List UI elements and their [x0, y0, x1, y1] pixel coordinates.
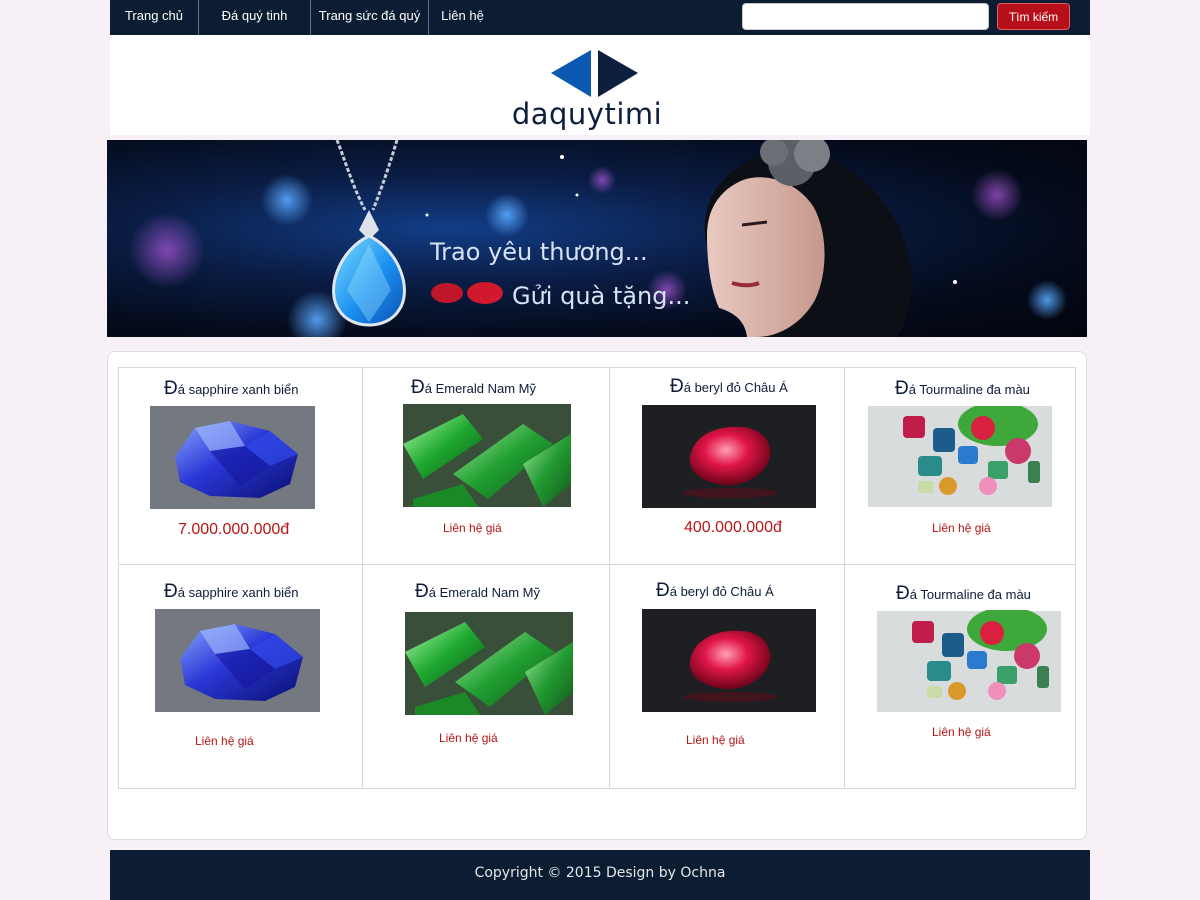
product-title-initial: Đ [411, 377, 425, 398]
search-input[interactable] [742, 3, 989, 30]
tourmaline-mix-icon[interactable] [877, 610, 1061, 713]
contact-for-price-link[interactable]: Liên hệ giá [443, 521, 502, 535]
blue-sapphire-icon[interactable] [155, 609, 320, 712]
product-title[interactable]: Đá Tourmaline đa màu [895, 378, 1030, 400]
nav-item-home[interactable]: Trang chủ [110, 0, 198, 35]
product-title-rest: á sapphire xanh biển [177, 585, 299, 600]
product-title-initial: Đ [896, 583, 910, 604]
top-navigation: Trang chủ Đá quý tinh Trang sức đá quý L… [110, 0, 1090, 35]
logo-wordmark[interactable]: daquytimi [110, 97, 1090, 131]
product-title-rest: á sapphire xanh biển [177, 382, 299, 397]
product-title-rest: á beryl đỏ Châu Á [669, 584, 774, 599]
product-title[interactable]: Đá sapphire xanh biển [164, 378, 298, 400]
contact-for-price-link[interactable]: Liên hệ giá [195, 734, 254, 748]
grid-divider [362, 367, 363, 789]
product-title-rest: á Tourmaline đa màu [908, 382, 1030, 397]
grid-divider [118, 564, 1076, 565]
product-price: 7.000.000.000đ [178, 521, 290, 538]
contact-for-price-link[interactable]: Liên hệ giá [439, 731, 498, 745]
contact-for-price-link[interactable]: Liên hệ giá [932, 725, 991, 739]
logo-text: daquytimi [511, 97, 663, 131]
product-title-initial: Đ [164, 378, 178, 399]
product-title-initial: Đ [164, 581, 178, 602]
logo-mark-icon[interactable] [551, 50, 639, 98]
tourmaline-mix-icon[interactable] [868, 406, 1052, 507]
product-title-rest: á beryl đỏ Châu Á [683, 380, 788, 395]
product-title[interactable]: Đá Emerald Nam Mỹ [411, 377, 536, 399]
green-emerald-icon[interactable] [403, 404, 571, 507]
product-title-rest: á Tourmaline đa màu [909, 587, 1031, 602]
footer: Copyright © 2015 Design by Ochna [110, 850, 1090, 900]
product-title-initial: Đ [670, 376, 684, 397]
promo-banner: Trao yêu thương... Gửi quà tặng... [107, 140, 1087, 337]
banner-subheadline: Gửi quà tặng... [512, 282, 691, 310]
green-emerald-icon[interactable] [405, 612, 573, 715]
product-title-initial: Đ [656, 580, 670, 601]
product-title[interactable]: Đá sapphire xanh biển [164, 581, 298, 603]
red-beryl-icon[interactable] [642, 405, 816, 508]
search-button[interactable]: Tìm kiếm [997, 3, 1070, 30]
copyright-text: Copyright © 2015 Design by Ochna [474, 865, 726, 881]
red-beryl-icon[interactable] [642, 609, 816, 712]
nav-item-gemstones[interactable]: Đá quý tinh [199, 0, 310, 35]
product-title[interactable]: Đá beryl đỏ Châu Á [656, 580, 774, 602]
grid-divider [609, 367, 610, 789]
product-price: 400.000.000đ [684, 519, 782, 536]
grid-divider [844, 367, 845, 789]
product-title-initial: Đ [895, 378, 909, 399]
contact-for-price-link[interactable]: Liên hệ giá [932, 521, 991, 535]
product-title-rest: á Emerald Nam Mỹ [428, 585, 540, 600]
product-title-rest: á Emerald Nam Mỹ [424, 381, 536, 396]
logo-header: daquytimi [110, 35, 1090, 135]
nav-item-contact[interactable]: Liên hệ [429, 0, 496, 35]
product-title-initial: Đ [415, 581, 429, 602]
contact-for-price-link[interactable]: Liên hệ giá [686, 733, 745, 747]
nav-item-jewelry[interactable]: Trang sức đá quý [311, 0, 428, 35]
product-title[interactable]: Đá Emerald Nam Mỹ [415, 581, 540, 603]
product-title[interactable]: Đá Tourmaline đa màu [896, 583, 1031, 605]
banner-headline: Trao yêu thương... [430, 238, 648, 266]
blue-sapphire-icon[interactable] [150, 406, 315, 509]
product-title[interactable]: Đá beryl đỏ Châu Á [670, 376, 788, 398]
